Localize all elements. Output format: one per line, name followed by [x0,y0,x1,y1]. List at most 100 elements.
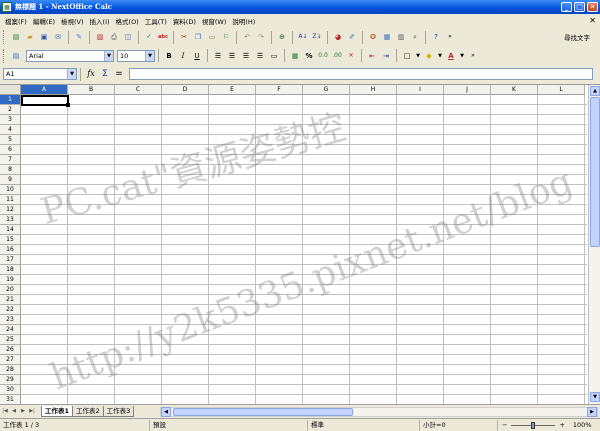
save-icon[interactable]: ▣ [38,31,50,43]
styles-icon[interactable]: ▤ [10,50,22,62]
zoom-knob[interactable] [531,421,536,429]
column-header-e[interactable]: E [209,85,256,95]
align-left-icon[interactable]: ☰ [212,50,224,62]
hyperlink-icon[interactable]: ⊕ [276,31,288,43]
row-header-22[interactable]: 22 [0,305,21,315]
bold-button[interactable]: B [163,50,175,62]
zoom-out-icon[interactable]: − [502,421,507,429]
align-center-icon[interactable]: ☰ [226,50,238,62]
gallery-icon[interactable]: ▦ [381,31,393,43]
row-header-2[interactable]: 2 [0,105,21,115]
toolbar-overflow-icon[interactable]: » [467,50,479,62]
chevron-down-icon[interactable]: ▼ [145,50,154,61]
toolbar-grip[interactable] [3,48,6,63]
email-icon[interactable]: ✉ [52,31,64,43]
row-header-5[interactable]: 5 [0,135,21,145]
column-header-h[interactable]: H [350,85,397,95]
italic-button[interactable]: I [177,50,189,62]
close-button[interactable]: ✕ [587,2,598,12]
function-button[interactable]: = [113,68,125,80]
justify-icon[interactable]: ☰ [254,50,266,62]
column-header-a[interactable]: A [21,85,68,95]
format-paintbrush-icon[interactable]: ⚐ [220,31,232,43]
menu-window[interactable]: 視窗(W) [199,16,230,26]
percent-button[interactable]: % [303,50,315,62]
column-header-i[interactable]: I [397,85,444,95]
toolbar-grip[interactable] [3,30,6,44]
row-header-6[interactable]: 6 [0,145,21,155]
row-header-26[interactable]: 26 [0,345,21,355]
spellcheck-icon[interactable]: ✓ [143,31,155,43]
vertical-scrollbar[interactable]: ▲ ▼ [588,85,600,405]
calc-app-icon[interactable]: ▦ [2,2,12,12]
export-pdf-icon[interactable]: ▧ [94,31,106,43]
menu-view[interactable]: 檢視(V) [58,16,87,26]
chevron-down-icon[interactable]: ▼ [459,50,465,62]
zoom-level[interactable]: 100% [573,421,592,429]
row-header-23[interactable]: 23 [0,315,21,325]
row-header-4[interactable]: 4 [0,125,21,135]
row-header-25[interactable]: 25 [0,335,21,345]
column-header-b[interactable]: B [68,85,115,95]
vertical-scroll-thumb[interactable] [590,97,600,247]
increase-indent-icon[interactable]: ⇥ [380,50,392,62]
column-header-d[interactable]: D [162,85,209,95]
sheet-tab-1[interactable]: 工作表1 [41,406,74,417]
previous-sheet-icon[interactable]: ◀ [10,407,18,416]
font-name-select[interactable]: Arial ▼ [26,49,114,62]
paste-icon[interactable]: ▭ [206,31,218,43]
underline-button[interactable]: U [191,50,203,62]
menu-format[interactable]: 格式(O) [113,16,142,26]
copy-icon[interactable]: ❐ [192,31,204,43]
merge-cells-icon[interactable]: ▭ [268,50,280,62]
row-header-29[interactable]: 29 [0,375,21,385]
menu-help[interactable]: 說明(H) [229,16,258,26]
add-decimal-icon[interactable]: .00 [331,50,343,62]
row-header-27[interactable]: 27 [0,355,21,365]
row-header-15[interactable]: 15 [0,235,21,245]
row-header-16[interactable]: 16 [0,245,21,255]
next-sheet-icon[interactable]: ▶ [19,407,27,416]
align-right-icon[interactable]: ☰ [240,50,252,62]
row-header-28[interactable]: 28 [0,365,21,375]
maximize-button[interactable]: □ [574,2,585,12]
zoom-icon[interactable]: ⌕ [409,31,421,43]
column-header-c[interactable]: C [115,85,162,95]
formula-input[interactable] [129,68,593,80]
row-header-9[interactable]: 9 [0,175,21,185]
print-icon[interactable]: ⎙ [108,31,120,43]
edit-file-icon[interactable]: ✎ [73,31,85,43]
select-all-corner[interactable] [0,85,21,95]
background-color-icon[interactable]: ◆ [423,50,435,62]
row-header-7[interactable]: 7 [0,155,21,165]
row-header-13[interactable]: 13 [0,215,21,225]
sum-button[interactable]: Σ [99,68,111,80]
cell-area[interactable] [21,95,587,405]
row-header-8[interactable]: 8 [0,165,21,175]
column-header-k[interactable]: K [491,85,538,95]
chevron-down-icon[interactable]: ▼ [67,69,76,79]
sort-descending-icon[interactable]: Z↓ [311,31,323,43]
scroll-up-icon[interactable]: ▲ [590,86,600,96]
row-header-21[interactable]: 21 [0,295,21,305]
standard-number-icon[interactable]: 0.0 [317,50,329,62]
open-folder-icon[interactable]: ▰ [24,31,36,43]
menu-tools[interactable]: 工具(T) [142,16,170,26]
undo-icon[interactable]: ↶ [241,31,253,43]
menu-edit[interactable]: 編輯(E) [30,16,58,26]
active-cell-cursor[interactable] [21,95,69,106]
name-box[interactable]: A1 ▼ [3,68,77,80]
data-sources-icon[interactable]: ▥ [395,31,407,43]
minimize-button[interactable]: _ [561,2,572,12]
first-sheet-icon[interactable]: |◀ [1,407,9,416]
row-header-20[interactable]: 20 [0,285,21,295]
horizontal-scroll-thumb[interactable] [173,408,353,416]
sheet-tab-3[interactable]: 工作表3 [102,406,135,417]
zoom-track[interactable] [511,421,556,429]
column-header-f[interactable]: F [256,85,303,95]
horizontal-scrollbar[interactable]: ◀ ▶ [160,407,598,417]
new-document-icon[interactable]: ▤ [10,31,22,43]
draw-functions-icon[interactable]: ✐ [346,31,358,43]
find-text-button[interactable]: 尋找文字 [564,32,590,42]
row-header-30[interactable]: 30 [0,385,21,395]
